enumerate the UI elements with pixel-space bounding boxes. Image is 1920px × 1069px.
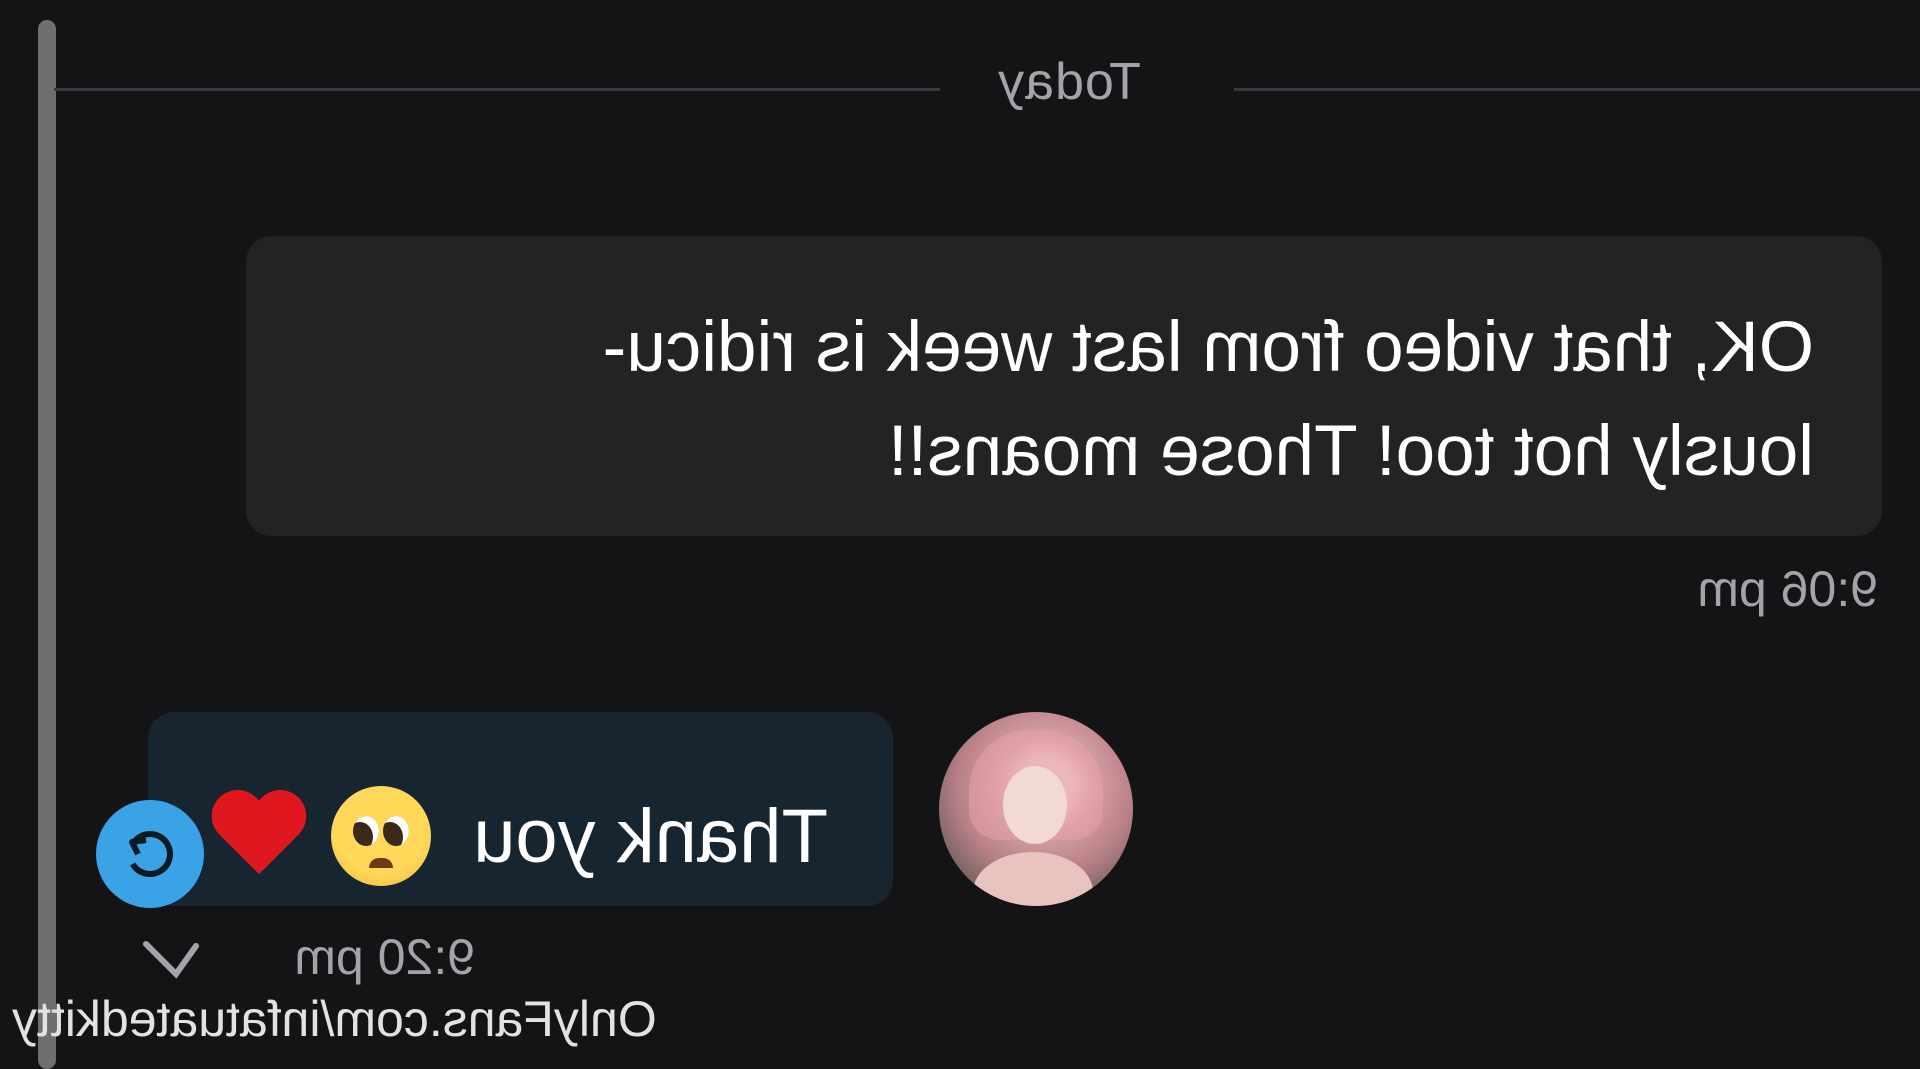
reply-icon[interactable] (96, 800, 204, 908)
date-separator-label: Today (997, 53, 1141, 111)
outgoing-message-bubble[interactable]: OK, that video from last week is ridicu-… (246, 236, 1882, 536)
outgoing-message-time: 9:06 pm (1697, 561, 1878, 617)
outgoing-message-line: lously hot too! Those moans!! (887, 412, 1814, 491)
watermark-text: OnlyFans.com/infatuatedkitty (12, 991, 657, 1047)
outgoing-message-line: OK, that video from last week is ridicu- (602, 308, 1814, 387)
scrollbar[interactable] (38, 20, 56, 1069)
pleading-face-emoji (331, 786, 432, 886)
date-divider-line-right (54, 88, 940, 91)
avatar-body (973, 852, 1093, 906)
checkmark-icon (143, 941, 199, 979)
red-heart-emoji (209, 786, 309, 886)
incoming-message-time: 9:20 pm (294, 929, 475, 985)
incoming-message-text: Thank you (473, 793, 828, 879)
incoming-message-bubble[interactable]: Thank you (148, 712, 893, 906)
chat-view: Today OK, that video from last week is r… (0, 0, 1920, 1069)
avatar[interactable] (939, 712, 1133, 906)
date-divider-line-left (1234, 88, 1920, 91)
avatar-face (1003, 766, 1067, 844)
